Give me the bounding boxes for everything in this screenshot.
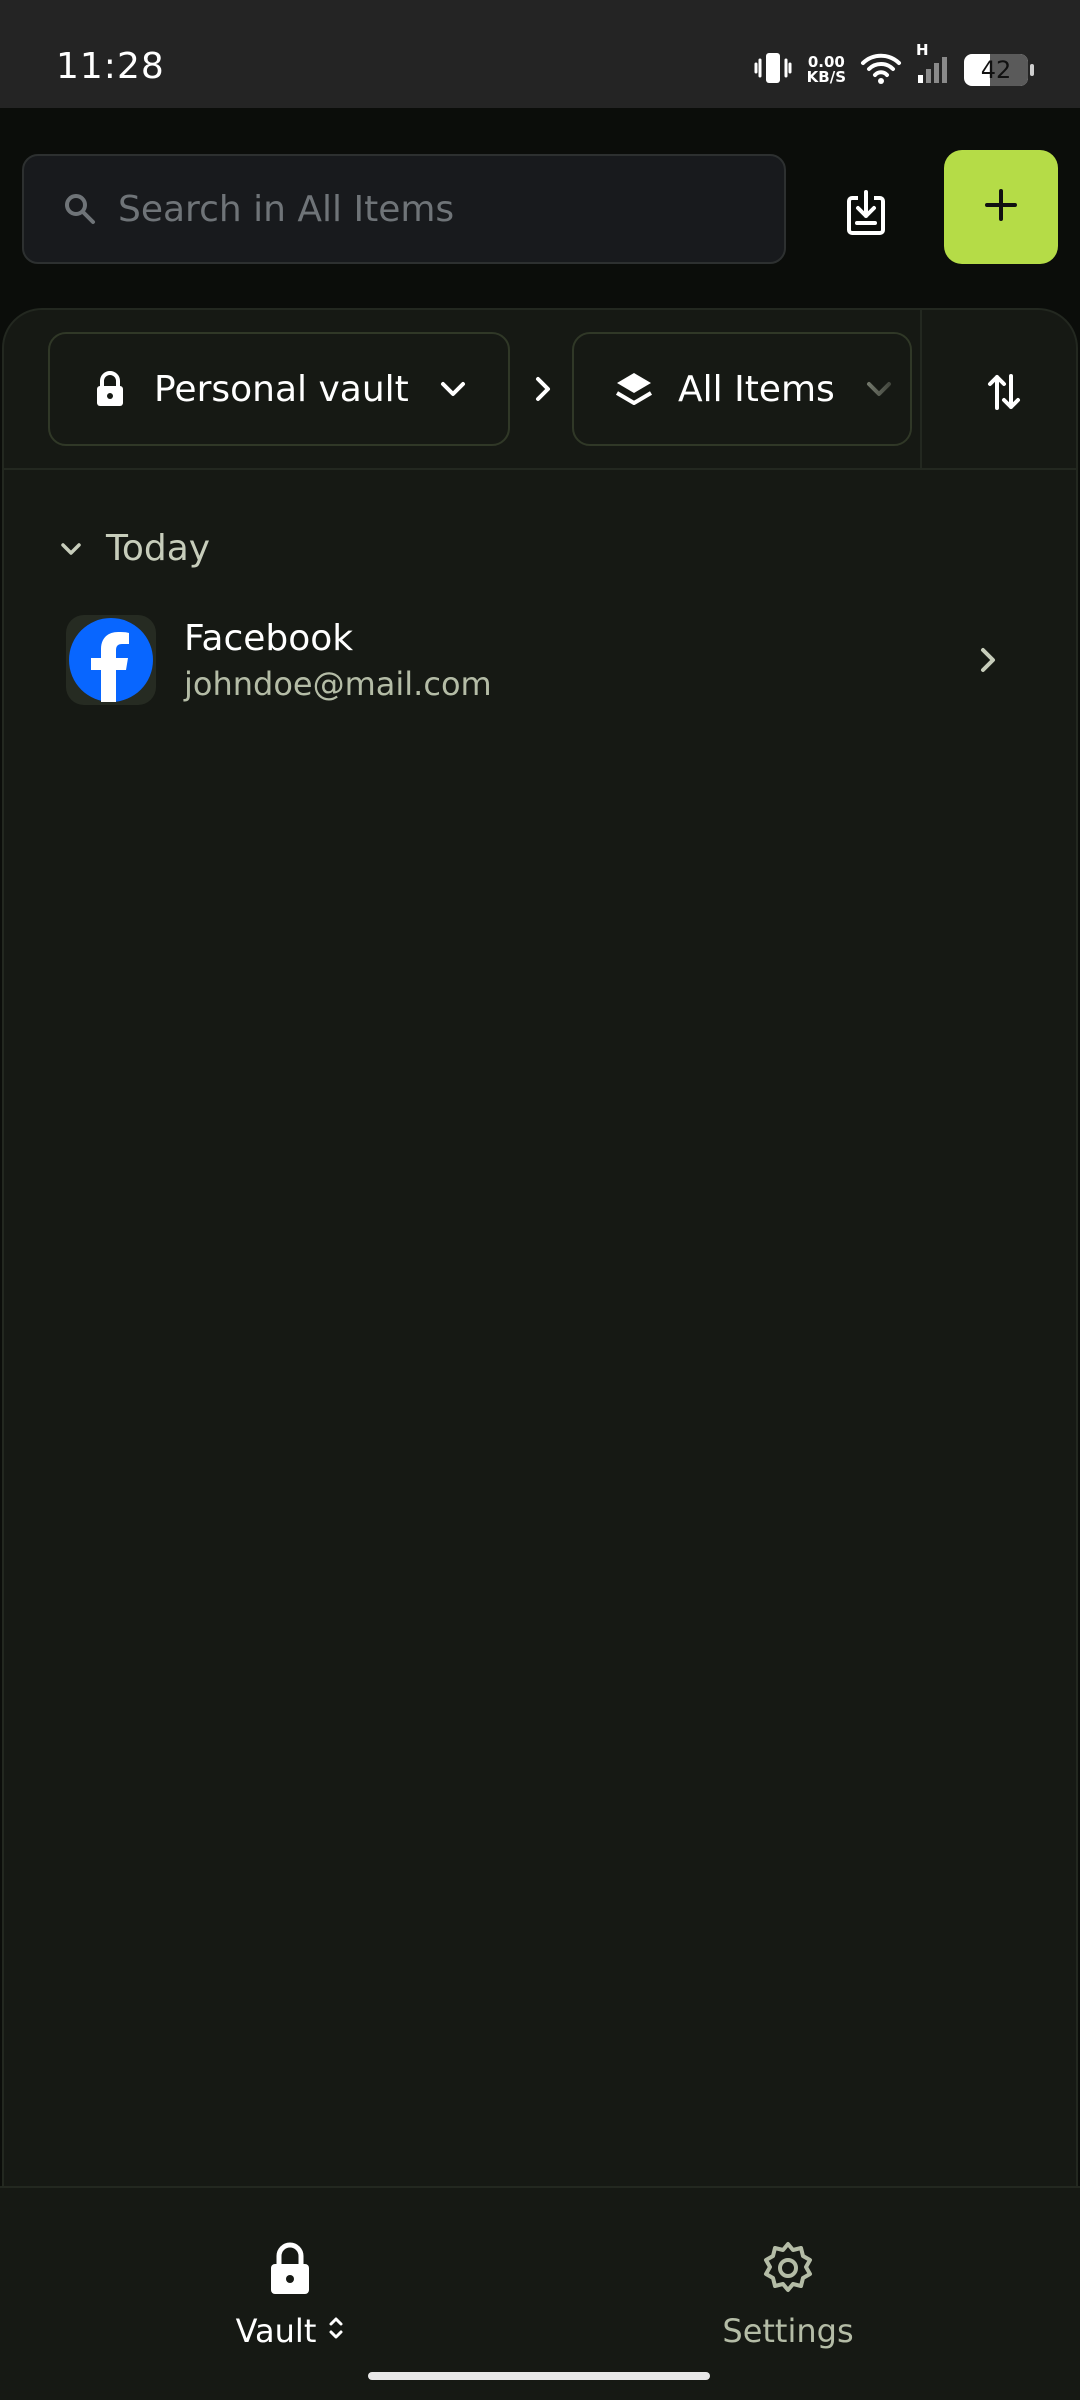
status-bar: 11:28 0.00 KB/S H 42 bbox=[0, 0, 1080, 108]
items-filter-selector[interactable]: All Items bbox=[572, 332, 912, 446]
sort-arrows-icon bbox=[986, 372, 1022, 416]
nav-settings[interactable]: Settings bbox=[638, 2240, 938, 2350]
nav-vault[interactable]: Vault bbox=[140, 2240, 440, 2350]
layers-icon bbox=[614, 369, 654, 409]
wifi-icon bbox=[860, 51, 902, 89]
network-type: H bbox=[916, 41, 929, 59]
nav-vault-label: Vault bbox=[235, 2312, 317, 2350]
bottom-navigation: Vault Settings bbox=[0, 2186, 1080, 2400]
home-indicator[interactable] bbox=[368, 2372, 710, 2380]
section-title: Today bbox=[106, 528, 211, 569]
chevron-right-icon bbox=[526, 372, 560, 406]
import-icon bbox=[846, 188, 886, 240]
chevron-down-icon bbox=[56, 534, 86, 564]
facebook-icon bbox=[66, 615, 156, 705]
search-placeholder: Search in All Items bbox=[118, 188, 455, 230]
add-item-button[interactable] bbox=[944, 150, 1058, 264]
net-speed: 0.00 KB/S bbox=[807, 55, 846, 85]
chevron-right-icon bbox=[970, 642, 1006, 678]
section-header-today[interactable]: Today bbox=[56, 528, 210, 569]
item-subtitle: johndoe@mail.com bbox=[184, 664, 492, 703]
vault-panel: Personal vault All Items Today Facebook … bbox=[2, 308, 1078, 2188]
signal-icon: H bbox=[916, 41, 950, 89]
status-time: 11:28 bbox=[56, 46, 165, 87]
gear-icon bbox=[760, 2240, 816, 2300]
item-text: Facebook johndoe@mail.com bbox=[184, 618, 492, 703]
import-button[interactable] bbox=[830, 178, 902, 250]
top-bar: Search in All Items bbox=[0, 108, 1080, 308]
lock-icon bbox=[267, 2240, 313, 2300]
vibrate-icon bbox=[753, 50, 793, 90]
search-field[interactable]: Search in All Items bbox=[22, 154, 786, 264]
search-icon bbox=[60, 189, 100, 229]
lock-icon bbox=[90, 369, 130, 409]
nav-settings-label: Settings bbox=[722, 2312, 854, 2350]
battery-indicator: 42 bbox=[964, 54, 1034, 86]
sort-button[interactable] bbox=[978, 368, 1030, 420]
vault-selector[interactable]: Personal vault bbox=[48, 332, 510, 446]
chevron-up-down-icon bbox=[328, 2312, 344, 2350]
list-item[interactable]: Facebook johndoe@mail.com bbox=[4, 600, 1076, 720]
plus-icon bbox=[981, 185, 1021, 229]
net-speed-unit: KB/S bbox=[806, 68, 846, 86]
filter-row: Personal vault All Items bbox=[4, 310, 1076, 470]
items-filter-label: All Items bbox=[678, 368, 835, 410]
status-icons: 0.00 KB/S H 42 bbox=[753, 41, 1034, 92]
vault-selector-label: Personal vault bbox=[154, 368, 409, 410]
chevron-down-icon bbox=[437, 373, 469, 405]
battery-level: 42 bbox=[980, 56, 1012, 84]
item-title: Facebook bbox=[184, 617, 354, 659]
divider bbox=[920, 310, 922, 470]
